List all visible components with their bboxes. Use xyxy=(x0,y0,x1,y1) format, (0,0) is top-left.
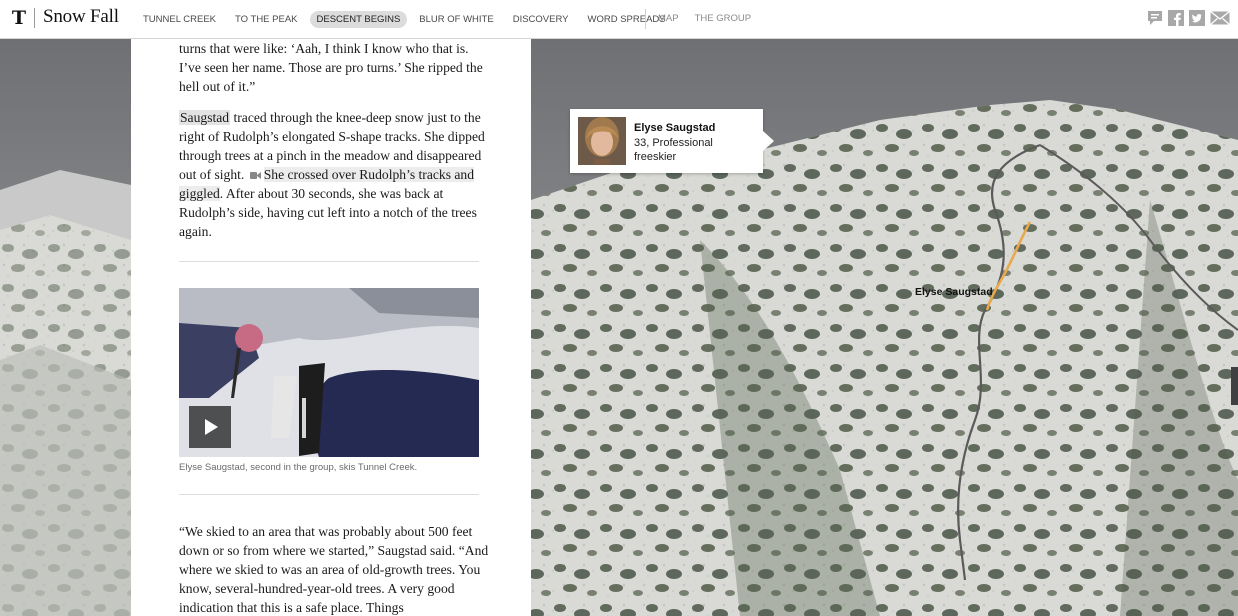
aux-nav: MAP THE GROUP xyxy=(655,12,764,25)
twitter-icon[interactable] xyxy=(1189,10,1205,26)
chapter-discovery[interactable]: DISCOVERY xyxy=(506,11,576,28)
paragraph: Saugstad traced through the knee-deep sn… xyxy=(179,108,489,241)
story-title[interactable]: Snow Fall xyxy=(43,6,119,28)
video-caption: Elyse Saugstad, second in the group, ski… xyxy=(179,462,418,473)
name-highlight[interactable]: Saugstad xyxy=(179,110,231,125)
paragraph: “We skied to an area that was probably a… xyxy=(179,524,489,615)
logo-divider xyxy=(34,8,35,28)
callout-description: 33, Professional freeskier xyxy=(634,137,713,163)
article-body: turns that were like: ‘Aah, I think I kn… xyxy=(179,39,489,616)
paragraph-text: . After about 30 seconds, she was back a… xyxy=(179,186,477,239)
map-link[interactable]: MAP xyxy=(655,12,682,25)
article-column: turns that were like: ‘Aah, I think I kn… xyxy=(131,39,531,616)
email-icon[interactable] xyxy=(1210,10,1230,26)
map-scroll-handle[interactable] xyxy=(1231,367,1238,405)
paragraph: turns that were like: ‘Aah, I think I kn… xyxy=(179,41,483,94)
chapter-blur-of-white[interactable]: BLUR OF WHITE xyxy=(412,11,500,28)
nav-divider xyxy=(645,9,646,29)
the-group-link[interactable]: THE GROUP xyxy=(692,12,754,25)
callout-name: Elyse Saugstad xyxy=(634,122,716,134)
share-bar xyxy=(1142,10,1230,26)
avatar xyxy=(578,117,626,165)
divider xyxy=(179,261,479,262)
comments-icon[interactable] xyxy=(1147,10,1163,26)
facebook-icon[interactable] xyxy=(1168,10,1184,26)
chapter-tunnel-creek[interactable]: TUNNEL CREEK xyxy=(136,11,223,28)
chapter-nav: TUNNEL CREEK TO THE PEAK DESCENT BEGINS … xyxy=(136,10,678,28)
play-button[interactable] xyxy=(189,406,231,448)
divider xyxy=(179,494,479,495)
video-camera-icon xyxy=(249,166,261,179)
chapter-to-the-peak[interactable]: TO THE PEAK xyxy=(228,11,304,28)
nyt-logo[interactable]: T xyxy=(10,8,28,28)
skier-map-label: Elyse Saugstad xyxy=(915,286,993,298)
chapter-descent-begins[interactable]: DESCENT BEGINS xyxy=(309,10,408,28)
top-navigation-bar: T Snow Fall TUNNEL CREEK TO THE PEAK DES… xyxy=(0,0,1238,39)
skier-callout: Elyse Saugstad 33, Professional freeskie… xyxy=(570,109,774,173)
video-player[interactable] xyxy=(179,288,479,457)
